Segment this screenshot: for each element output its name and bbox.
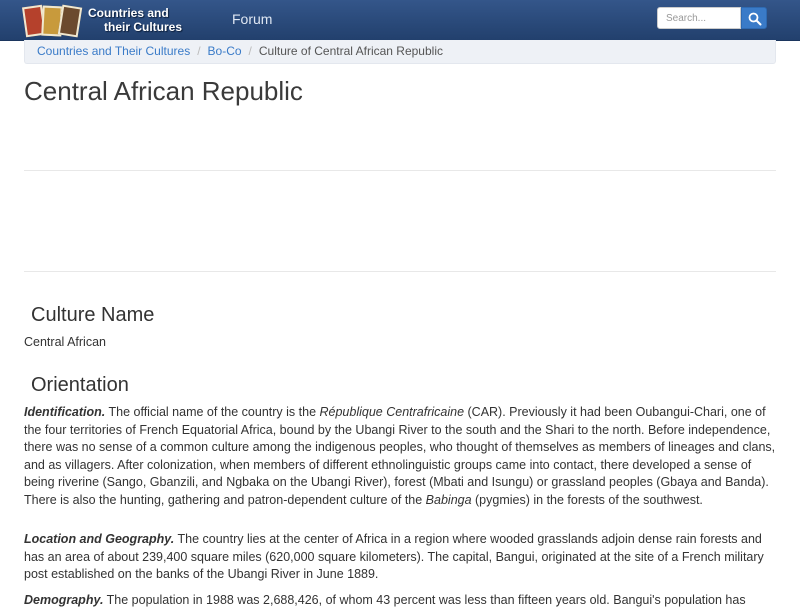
breadcrumb-link-bo-co[interactable]: Bo-Co [208, 44, 242, 58]
site-logo[interactable]: Countries and their Cultures [22, 3, 218, 39]
logo-line-2: their Cultures [104, 20, 183, 34]
culture-name-text: Central African [24, 335, 106, 349]
identification-text-1: The official name of the country is the [105, 405, 320, 419]
breadcrumb-link-countries[interactable]: Countries and Their Cultures [37, 44, 190, 58]
identification-emphasis-1: République Centrafricaine [319, 405, 465, 419]
label-location: Location and Geography. [24, 532, 175, 546]
paragraph-location: Location and Geography. The country lies… [24, 531, 776, 584]
section-heading-culture-name: Culture Name [31, 304, 155, 326]
paragraph-demography: Demography. The population in 1988 was 2… [24, 592, 776, 610]
top-navbar: Countries and their Cultures Forum [0, 0, 800, 41]
identification-emphasis-2: Babinga [425, 492, 472, 507]
divider [24, 170, 776, 171]
logo-line-1: Countries and [88, 6, 169, 20]
logo-text: Countries and their Cultures [88, 6, 182, 34]
search-input[interactable] [657, 7, 741, 29]
divider [24, 271, 776, 272]
breadcrumb: Countries and Their Cultures / Bo-Co / Cultu… [24, 40, 776, 64]
search-icon [748, 12, 762, 26]
identification-text-2: (CAR). Previously it had been Oubangui-C… [24, 405, 776, 507]
breadcrumb-separator: / [248, 44, 252, 58]
section-heading-orientation: Orientation [31, 374, 129, 396]
demography-text: The population in 1988 was 2,688,426, of… [103, 593, 746, 607]
label-identification: Identification. [24, 405, 106, 419]
identification-text-3: (pygmies) in the forests of the southwes… [471, 492, 703, 507]
label-demography: Demography. [24, 593, 104, 607]
breadcrumb-separator: / [197, 44, 201, 58]
breadcrumb-current: Culture of Central African Republic [258, 44, 443, 58]
nav-link-forum[interactable]: Forum [232, 11, 272, 27]
page-title: Central African Republic [24, 76, 303, 106]
paragraph-identification: Identification. The official name of the… [24, 404, 776, 510]
logo-image [22, 3, 86, 39]
search-button[interactable] [741, 7, 767, 29]
